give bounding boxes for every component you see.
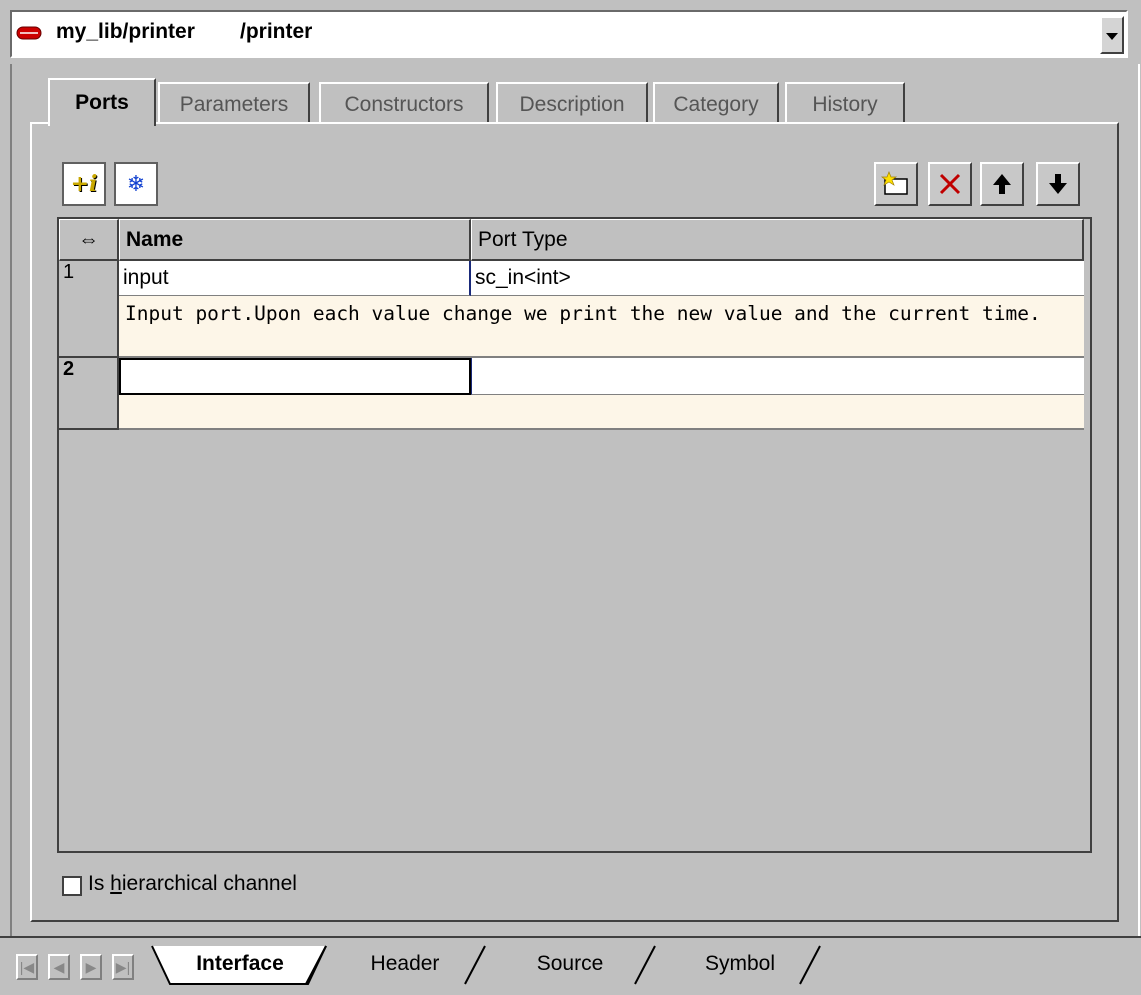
row-header[interactable]: 2	[59, 358, 119, 430]
hierarchical-channel-checkbox[interactable]	[62, 876, 82, 896]
red-capsule-icon	[16, 26, 42, 40]
row-index: 2	[63, 358, 75, 380]
first-page-button[interactable]: |◀	[16, 954, 38, 980]
port-name-cell[interactable]: input	[119, 261, 471, 296]
tab-category[interactable]: Category	[653, 82, 779, 126]
prev-page-button[interactable]: ◀	[48, 954, 70, 980]
tab-symbol[interactable]: Symbol	[670, 946, 810, 982]
tab-source[interactable]: Source	[505, 946, 635, 982]
snowflake-icon: ❄	[126, 171, 146, 196]
hierarchical-channel-label[interactable]: Is hierarchical channel	[88, 872, 297, 896]
tab-header[interactable]: Header	[340, 946, 470, 982]
add-info-button[interactable]: +i	[62, 162, 106, 206]
tab-ports[interactable]: Ports	[48, 78, 156, 126]
label-part: Is	[88, 872, 111, 895]
row-index: 1	[63, 261, 75, 283]
tab-label: Source	[536, 952, 604, 975]
port-type-cell[interactable]: sc_in<int>	[471, 261, 1084, 296]
tab-interface[interactable]: Interface	[170, 946, 310, 982]
move-down-button[interactable]	[1036, 162, 1080, 206]
new-row-button[interactable]	[874, 162, 918, 206]
column-header-port-type[interactable]: Port Type	[471, 219, 1084, 261]
tab-label: Description	[519, 93, 625, 116]
tab-history[interactable]: History	[785, 82, 905, 126]
port-description[interactable]	[119, 395, 1084, 430]
next-page-button[interactable]: ▶	[80, 954, 102, 980]
object-path: /printer	[240, 20, 313, 43]
tab-label: Interface	[196, 952, 284, 975]
port-name-cell-editing[interactable]	[119, 358, 471, 395]
last-page-button[interactable]: ▶|	[112, 954, 134, 980]
description-text: Input port.Upon each value change we pri…	[125, 302, 1041, 325]
row-header[interactable]: 1	[59, 261, 119, 358]
freeze-button[interactable]: ❄	[114, 162, 158, 206]
tab-label: History	[812, 93, 878, 116]
delete-icon	[939, 173, 961, 195]
next-icon: ▶	[85, 958, 97, 975]
chevron-down-icon	[1106, 33, 1118, 40]
library-path: my_lib/printer	[56, 20, 195, 43]
first-icon: |◀	[19, 958, 35, 975]
move-up-button[interactable]	[980, 162, 1024, 206]
add-info-icon: +i	[70, 171, 98, 197]
move-up-icon	[993, 174, 1011, 194]
tab-label: Header	[370, 952, 440, 975]
label-part: ierarchical channel	[121, 872, 297, 895]
tab-description[interactable]: Description	[496, 82, 648, 126]
label-mnemonic: h	[110, 872, 122, 895]
column-label: Port Type	[478, 228, 568, 251]
last-icon: ▶|	[115, 958, 131, 975]
port-description[interactable]: Input port.Upon each value change we pri…	[119, 296, 1084, 358]
tab-label: Symbol	[704, 952, 776, 975]
tab-constructors[interactable]: Constructors	[319, 82, 489, 126]
cell-text: sc_in<int>	[475, 266, 571, 289]
move-down-icon	[1049, 174, 1067, 194]
column-resize-handle[interactable]: ⇔	[59, 219, 119, 261]
cell-text: input	[123, 266, 169, 289]
delete-row-button[interactable]	[928, 162, 972, 206]
resize-icon: ⇔	[78, 228, 99, 251]
title-dropdown-button[interactable]	[1100, 16, 1124, 54]
tab-label: Constructors	[344, 93, 464, 116]
new-row-icon	[880, 171, 908, 195]
tab-label: Ports	[75, 91, 129, 114]
tab-label: Parameters	[179, 93, 289, 116]
tab-label: Category	[673, 93, 759, 116]
column-header-name[interactable]: Name	[119, 219, 471, 261]
port-type-cell[interactable]	[471, 358, 1084, 395]
column-label: Name	[126, 228, 184, 251]
prev-icon: ◀	[53, 958, 65, 975]
tab-parameters[interactable]: Parameters	[158, 82, 310, 126]
